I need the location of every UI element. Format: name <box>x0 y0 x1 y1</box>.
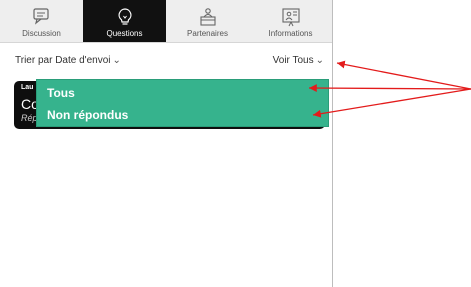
tab-partenaires[interactable]: Partenaires <box>166 0 249 42</box>
tab-label: Discussion <box>22 29 61 38</box>
info-board-icon <box>281 8 300 27</box>
presenter-icon <box>199 8 216 26</box>
sort-value: Date d'envoi <box>55 55 111 66</box>
sort-bar: Trier par Date d'envoi ⌄ Voir Tous ⌄ <box>0 53 332 71</box>
lightbulb-icon <box>118 8 131 25</box>
chat-icon <box>32 8 49 25</box>
view-prefix: Voir <box>272 55 290 66</box>
tab-questions[interactable]: Questions <box>83 0 166 42</box>
sort-dropdown[interactable]: Trier par Date d'envoi ⌄ <box>15 55 121 66</box>
tab-discussion[interactable]: Discussion <box>0 0 83 42</box>
chevron-down-icon: ⌄ <box>315 55 324 66</box>
tab-bar: Discussion Questions Partenaires Informa… <box>0 0 332 43</box>
menu-item-tous[interactable]: Tous <box>47 86 75 100</box>
tab-informations[interactable]: Informations <box>249 0 332 42</box>
annotation-arrow <box>336 60 471 90</box>
question-author: Lau <box>21 84 34 91</box>
annotation-arrow <box>312 88 471 118</box>
tab-label: Questions <box>106 29 143 38</box>
annotation-arrow <box>308 84 471 92</box>
menu-item-non-repondus[interactable]: Non répondus <box>47 108 128 122</box>
tab-label: Partenaires <box>187 29 228 38</box>
view-value: Tous <box>292 55 314 66</box>
sort-prefix: Trier par <box>15 55 53 66</box>
view-filter-menu: Tous Non répondus <box>36 79 329 127</box>
view-filter-dropdown[interactable]: Voir Tous ⌄ <box>273 55 324 66</box>
chevron-down-icon: ⌄ <box>112 55 121 66</box>
questions-panel: Discussion Questions Partenaires Informa… <box>0 0 333 287</box>
tab-label: Informations <box>268 29 313 38</box>
